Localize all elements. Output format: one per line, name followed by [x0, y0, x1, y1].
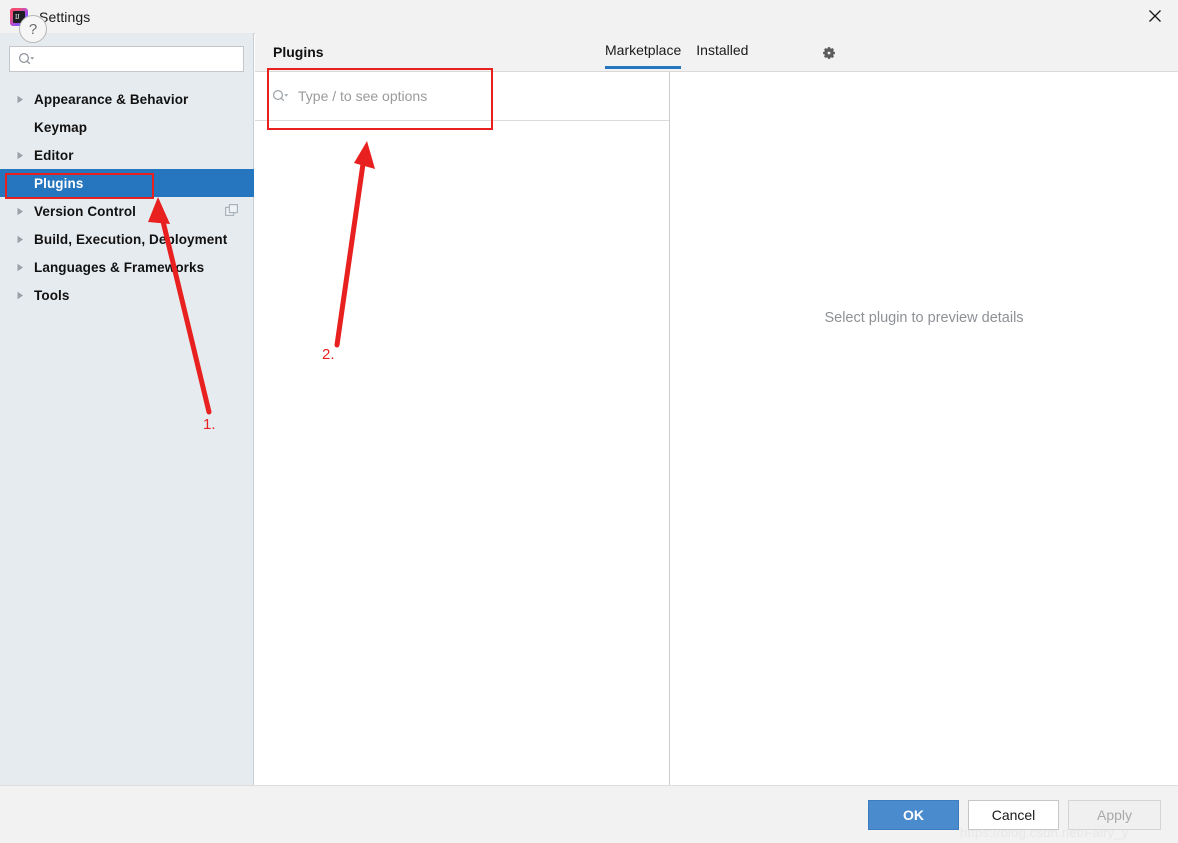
plugins-tabs: Marketplace Installed — [605, 42, 748, 69]
sidebar-item-version-control[interactable]: Version Control — [0, 197, 254, 225]
cancel-button[interactable]: Cancel — [968, 800, 1059, 830]
settings-sidebar: Appearance & Behavior Keymap Editor Plug… — [0, 33, 254, 785]
search-icon — [272, 89, 289, 103]
settings-dialog: IJ Settings Appearance & Behavior Keymap… — [0, 0, 1178, 843]
sidebar-item-appearance-behavior[interactable]: Appearance & Behavior — [0, 85, 254, 113]
search-icon — [18, 52, 35, 66]
gear-icon[interactable] — [817, 42, 841, 64]
tab-installed[interactable]: Installed — [696, 42, 748, 69]
chevron-right-icon[interactable] — [16, 207, 34, 216]
plugins-panel-header: Plugins Marketplace Installed — [255, 33, 1178, 72]
chevron-right-icon[interactable] — [16, 151, 34, 160]
window-title: Settings — [39, 8, 91, 25]
sidebar-item-label: Version Control — [34, 203, 137, 219]
copy-icon[interactable] — [225, 204, 239, 218]
sidebar-item-label: Languages & Frameworks — [34, 259, 205, 275]
sidebar-item-label: Build, Execution, Deployment — [34, 231, 228, 247]
sidebar-item-languages-frameworks[interactable]: Languages & Frameworks — [0, 253, 254, 281]
ok-button[interactable]: OK — [868, 800, 959, 830]
settings-tree: Appearance & Behavior Keymap Editor Plug… — [0, 85, 254, 309]
help-button[interactable]: ? — [19, 15, 47, 43]
chevron-right-icon[interactable] — [16, 235, 34, 244]
annotation-step-2: 2. — [322, 346, 335, 363]
plugin-detail-panel: Select plugin to preview details — [670, 72, 1178, 785]
sidebar-item-keymap[interactable]: Keymap — [0, 113, 254, 141]
plugin-search-placeholder: Type / to see options — [298, 88, 428, 104]
page-title: Plugins — [273, 44, 324, 60]
app-icon-glyph: IJ — [15, 12, 20, 21]
chevron-right-icon[interactable] — [16, 95, 34, 104]
sidebar-item-tools[interactable]: Tools — [0, 281, 254, 309]
title-bar: IJ Settings — [0, 0, 1178, 34]
dialog-content: Appearance & Behavior Keymap Editor Plug… — [0, 33, 1178, 799]
sidebar-item-label: Plugins — [34, 175, 84, 191]
plugin-search-input[interactable]: Type / to see options — [255, 72, 670, 121]
chevron-right-icon[interactable] — [16, 263, 34, 272]
sidebar-item-label: Keymap — [34, 119, 88, 135]
sidebar-item-label: Editor — [34, 147, 74, 163]
close-icon[interactable] — [1132, 0, 1178, 32]
sidebar-item-plugins[interactable]: Plugins — [0, 169, 254, 197]
sidebar-item-label: Appearance & Behavior — [34, 91, 189, 107]
sidebar-item-label: Tools — [34, 287, 70, 303]
empty-state-hint: Select plugin to preview details — [824, 310, 1024, 326]
annotation-step-1: 1. — [203, 416, 216, 433]
chevron-right-icon[interactable] — [16, 291, 34, 300]
tab-marketplace[interactable]: Marketplace — [605, 42, 682, 69]
sidebar-item-build-execution-deployment[interactable]: Build, Execution, Deployment — [0, 225, 254, 253]
sidebar-search-input[interactable] — [9, 46, 244, 72]
plugins-list-panel: Plugins Marketplace Installed Type / to … — [255, 33, 1178, 799]
apply-button[interactable]: Apply — [1068, 800, 1161, 830]
sidebar-item-editor[interactable]: Editor — [0, 141, 254, 169]
